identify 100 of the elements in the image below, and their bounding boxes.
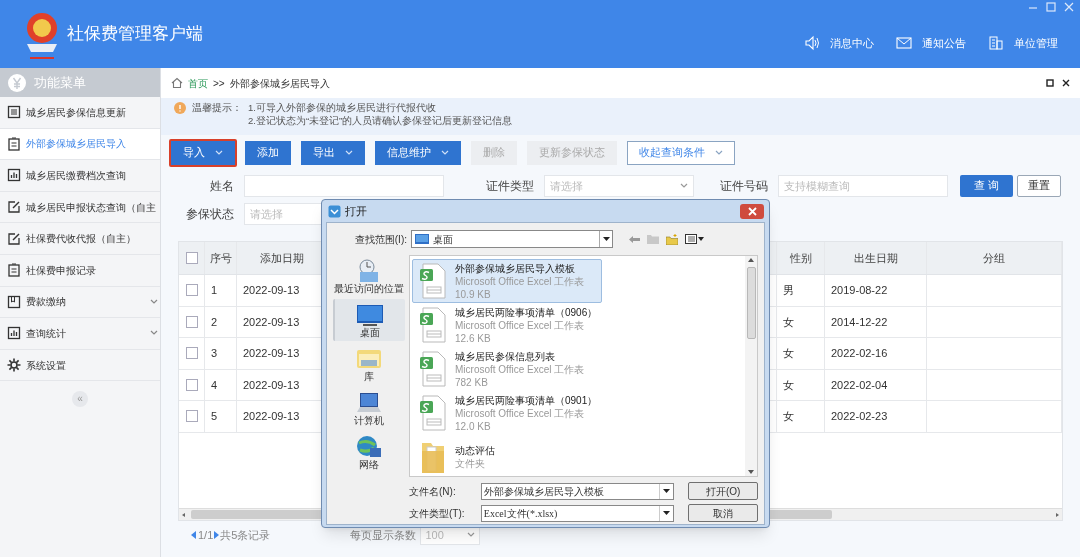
nav-link[interactable]: 单位管理 — [988, 34, 1058, 52]
back-icon — [629, 234, 640, 244]
restore-icon — [1046, 2, 1056, 12]
breadcrumb-current: 外部参保城乡居民导入 — [229, 76, 330, 91]
checkbox[interactable] — [185, 347, 198, 360]
table-cell-text: 3 — [211, 346, 218, 361]
table-cell-text: 2022-09-13 — [243, 346, 300, 361]
sidebar-item[interactable]: 查询统计 — [0, 318, 160, 350]
column-header: 性别 — [789, 250, 812, 266]
table-cell-text: 女 — [783, 346, 794, 361]
table-cell-text: 2014-12-22 — [831, 314, 888, 330]
input-field[interactable] — [244, 175, 444, 197]
yen-icon — [8, 73, 26, 92]
table-cell-text: 2022-02-16 — [831, 346, 888, 361]
file-item[interactable]: 城乡居民参保信息列表 Microsoft Office Excel 工作表 782 KB — [412, 347, 602, 391]
table-cell-text: 2022-02-04 — [831, 377, 888, 393]
table-cell-text: 2 — [211, 314, 218, 330]
tip-text: 2.登记状态为“未登记”的人员请确认参保登记后更新登记信息 — [248, 114, 513, 127]
field-label: 证件类型 — [485, 178, 534, 195]
sidebar-item[interactable]: 系统设置 — [0, 349, 160, 382]
tip-label: 温馨提示： — [192, 101, 242, 115]
close-button[interactable] — [740, 203, 764, 219]
new-folder-icon — [666, 233, 678, 245]
sidebar-item[interactable]: 费款缴纳 — [0, 286, 160, 319]
checkbox[interactable] — [185, 315, 198, 328]
app-icon — [328, 204, 341, 218]
scroll-up-icon — [747, 256, 755, 264]
scrollbar-thumb[interactable] — [746, 267, 756, 339]
close-icon — [1062, 79, 1070, 87]
breadcrumb-link[interactable]: 首页 — [188, 75, 208, 91]
table-cell-text: 2022-09-13 — [243, 409, 300, 424]
previous-icon — [191, 531, 197, 539]
chevron-down-icon — [715, 150, 723, 156]
column-header: 出生日期 — [853, 250, 898, 266]
filetype-dropdown[interactable]: Excel文件(*.xlsx) — [480, 504, 675, 522]
file-item[interactable]: 动态评估 文件夹 — [412, 435, 602, 476]
column-header: 分组 — [983, 250, 1005, 266]
table-cell-text: 1 — [211, 283, 218, 298]
table-cell-text: 2019-08-22 — [831, 283, 888, 298]
checkbox[interactable] — [185, 284, 198, 297]
toolbar-button[interactable]: 导出 — [299, 139, 367, 167]
toolbar-button[interactable]: 信息维护 — [373, 139, 463, 167]
checkbox[interactable] — [185, 410, 198, 423]
toolbar-button[interactable]: 导入 — [169, 139, 237, 167]
sidebar-item[interactable]: 外部参保城乡居民导入 — [0, 128, 160, 161]
place-item[interactable]: 计算机 — [333, 387, 405, 429]
scroll-down-icon — [747, 468, 755, 476]
table-cell-text: 2022-02-23 — [831, 409, 888, 424]
nav-link[interactable]: 消息中心 — [804, 34, 874, 52]
app-title: 社保费管理客户端 — [67, 23, 203, 46]
reset-button[interactable]: 重置 — [1016, 175, 1061, 197]
table-cell-text: 女 — [783, 377, 794, 393]
toolbar-button[interactable]: 收起查询条件 — [625, 139, 737, 167]
close-icon — [747, 206, 757, 216]
page-number: 1/1 — [198, 527, 214, 543]
place-item[interactable]: 桌面 — [333, 299, 405, 341]
field-label: 姓名 — [209, 178, 234, 195]
column-header: 序号 — [209, 250, 232, 266]
file-item[interactable]: 城乡居民两险事项清单（0901） Microsoft Office Excel 工作表 12.0 KB — [412, 391, 602, 435]
place-item[interactable]: 库 — [333, 343, 405, 385]
table-cell-text: 女 — [783, 409, 794, 424]
checkbox[interactable] — [185, 378, 198, 391]
location-dropdown[interactable]: 桌面 — [411, 230, 613, 248]
chevron-down-icon — [150, 330, 158, 337]
tip-text: 1.可导入外部参保的城乡居民进行代报代收 — [248, 101, 437, 114]
record-count: 共5条记录 — [220, 527, 271, 543]
file-item[interactable]: 城乡居民两险事项清单（0906） Microsoft Office Excel 工作表 12.6 KB — [412, 303, 602, 347]
chevron-down-icon — [467, 532, 476, 538]
place-item[interactable]: 网络 — [333, 431, 405, 473]
sidebar-item[interactable]: 城乡居民缴费档次查询 — [0, 160, 160, 192]
place-item[interactable]: 最近访问的位置 — [333, 255, 405, 297]
nav-link[interactable]: 通知公告 — [896, 34, 966, 52]
sidebar-item[interactable]: 社保费代收代报（自主） — [0, 223, 160, 255]
cancel-button[interactable]: 取消 — [688, 504, 758, 522]
view-menu-icon — [685, 234, 705, 244]
field-label: 文件名(N): — [409, 484, 457, 499]
chevron-down-icon — [345, 150, 353, 156]
home-icon — [171, 77, 183, 89]
table-cell-text: 5 — [211, 409, 218, 424]
dropdown-arrow-icon — [663, 511, 671, 515]
monitor-icon — [415, 234, 429, 244]
field-label: 证件号码 — [719, 178, 768, 195]
toolbar-button[interactable]: 添加 — [243, 139, 293, 167]
chevron-down-icon — [680, 183, 688, 189]
search-button[interactable]: 查 询 — [960, 175, 1013, 197]
sidebar-title: 功能菜单 — [34, 73, 86, 92]
table-cell-text: 女 — [783, 314, 794, 330]
dropdown-arrow-icon — [663, 489, 671, 493]
maximize-icon — [1046, 79, 1054, 87]
open-button[interactable]: 打开(O) — [688, 482, 758, 500]
sidebar-item[interactable]: 社保费申报记录 — [0, 254, 160, 287]
filename-field[interactable]: 外部参保城乡居民导入模板 — [480, 482, 675, 500]
field-label: 文件类型(T): — [409, 506, 466, 521]
checkbox[interactable] — [185, 252, 198, 264]
sidebar-item[interactable]: 城乡居民申报状态查询（自主 — [0, 191, 160, 224]
chevron-down-icon — [215, 150, 223, 156]
column-header: 添加日期 — [259, 250, 304, 266]
table-cell-text: 2022-09-13 — [243, 377, 300, 393]
sidebar-item[interactable]: 城乡居民参保信息更新 — [0, 97, 160, 129]
file-item[interactable]: 外部参保城乡居民导入模板 Microsoft Office Excel 工作表 10.9 KB — [412, 259, 602, 303]
